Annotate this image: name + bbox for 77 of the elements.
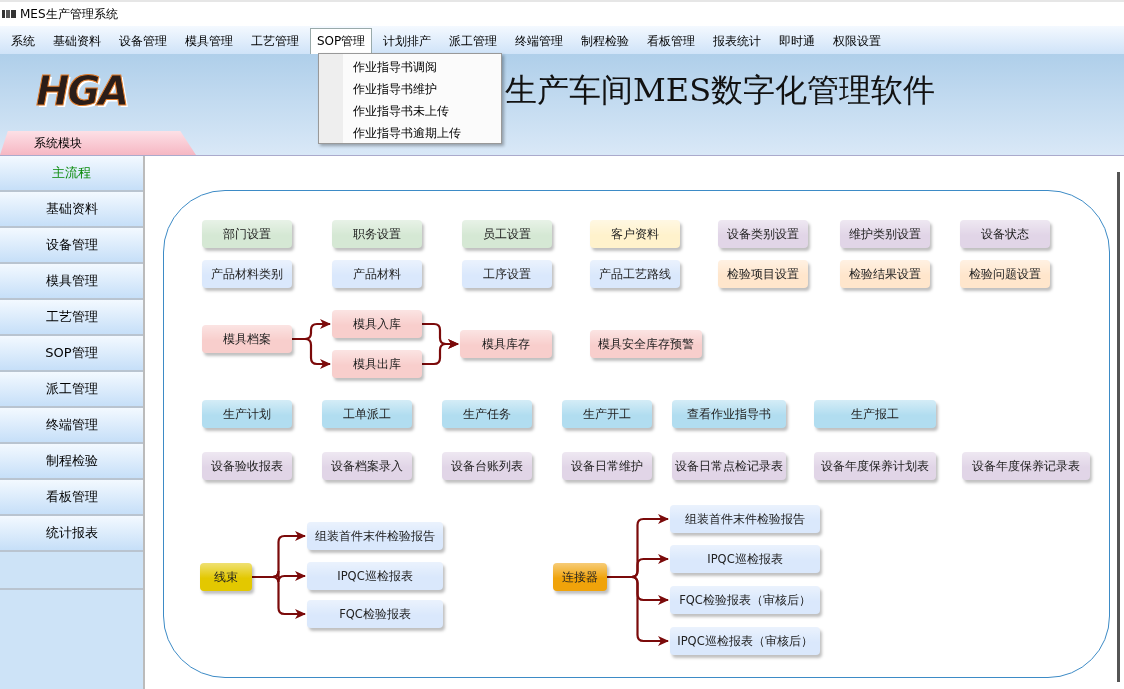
sidebar-item[interactable]: 设备管理 bbox=[0, 228, 143, 264]
dropdown-item[interactable]: 作业指导书未上传 bbox=[319, 100, 501, 122]
menu-item[interactable]: 终端管理 bbox=[508, 28, 571, 54]
module-tab[interactable]: 系统模块 bbox=[0, 131, 196, 155]
sidebar-item[interactable]: 工艺管理 bbox=[0, 300, 143, 336]
flow-node[interactable]: 生产任务 bbox=[442, 400, 532, 428]
sidebar-item[interactable]: 制程检验 bbox=[0, 444, 143, 480]
flow-node[interactable]: FQC检验报表 bbox=[307, 600, 443, 628]
menu-item[interactable]: 看板管理 bbox=[640, 28, 703, 54]
flow-node[interactable]: 模具安全库存预警 bbox=[590, 330, 702, 358]
flow-node[interactable]: 连接器 bbox=[553, 563, 607, 591]
dropdown-item[interactable]: 作业指导书逾期上传 bbox=[319, 122, 501, 144]
menu-item[interactable]: 权限设置 bbox=[826, 28, 889, 54]
menu-item[interactable]: 工艺管理 bbox=[244, 28, 306, 54]
flow-node[interactable]: 客户资料 bbox=[590, 220, 680, 248]
flow-node[interactable]: 组装首件末件检验报告 bbox=[307, 522, 443, 550]
scrollbar[interactable] bbox=[1117, 172, 1120, 682]
menu-item[interactable]: 基础资料 bbox=[46, 28, 108, 54]
sidebar-item[interactable]: 终端管理 bbox=[0, 408, 143, 444]
sidebar-item[interactable]: SOP管理 bbox=[0, 336, 143, 372]
sidebar-item[interactable]: 统计报表 bbox=[0, 516, 143, 552]
flow-arrow bbox=[422, 339, 459, 366]
sidebar-item[interactable]: 基础资料 bbox=[0, 192, 143, 228]
menu-item[interactable]: SOP管理 bbox=[310, 28, 373, 54]
flow-node[interactable]: 设备日常维护 bbox=[562, 452, 652, 480]
flow-node[interactable]: 设备年度保养记录表 bbox=[962, 452, 1090, 480]
flow-node[interactable]: 产品工艺路线 bbox=[590, 260, 680, 288]
flow-node[interactable]: 工序设置 bbox=[462, 260, 552, 288]
flow-node[interactable]: 模具入库 bbox=[332, 310, 422, 338]
flow-node[interactable]: 模具出库 bbox=[332, 350, 422, 378]
flow-node[interactable]: IPQC巡检报表 bbox=[670, 545, 820, 573]
app-icon bbox=[2, 9, 16, 19]
logo: HGA bbox=[36, 68, 128, 114]
dropdown-item[interactable]: 作业指导书调阅 bbox=[319, 56, 501, 78]
flow-node[interactable]: 模具档案 bbox=[202, 325, 292, 353]
flow-node[interactable]: 设备档案录入 bbox=[322, 452, 412, 480]
flow-node[interactable]: IPQC巡检报表 bbox=[307, 562, 443, 590]
flow-node[interactable]: 生产开工 bbox=[562, 400, 652, 428]
menu-item[interactable]: 派工管理 bbox=[442, 28, 505, 54]
flow-node[interactable]: 模具库存 bbox=[460, 330, 552, 358]
sidebar-item[interactable]: 模具管理 bbox=[0, 264, 143, 300]
banner-title: 生产车间MES数字化管理软件 bbox=[505, 70, 936, 111]
flow-node[interactable]: 设备类别设置 bbox=[718, 220, 808, 248]
flow-node[interactable]: 线束 bbox=[200, 563, 252, 591]
flow-node[interactable]: 维护类别设置 bbox=[840, 220, 930, 248]
flow-node[interactable]: 工单派工 bbox=[322, 400, 412, 428]
flow-node[interactable]: 职务设置 bbox=[332, 220, 422, 248]
menu-item[interactable]: 制程检验 bbox=[574, 28, 637, 54]
menu-item[interactable]: 即时通 bbox=[772, 28, 823, 54]
menu-item[interactable]: 设备管理 bbox=[112, 28, 174, 54]
flow-node[interactable]: 产品材料 bbox=[332, 260, 422, 288]
flow-node[interactable]: 部门设置 bbox=[202, 220, 292, 248]
flow-node[interactable]: 设备状态 bbox=[960, 220, 1050, 248]
flow-node[interactable]: 设备年度保养计划表 bbox=[814, 452, 936, 480]
flow-node[interactable]: 产品材料类别 bbox=[202, 260, 292, 288]
flow-node[interactable]: 检验项目设置 bbox=[718, 260, 808, 288]
menu-item[interactable]: 系统 bbox=[4, 28, 42, 54]
flow-node[interactable]: 员工设置 bbox=[462, 220, 552, 248]
flow-node[interactable]: 生产报工 bbox=[814, 400, 936, 428]
flow-node[interactable]: 检验问题设置 bbox=[960, 260, 1050, 288]
flow-node[interactable]: 设备验收报表 bbox=[202, 452, 292, 480]
menu-item[interactable]: 报表统计 bbox=[706, 28, 769, 54]
flow-node[interactable]: 查看作业指导书 bbox=[672, 400, 786, 428]
flow-node[interactable]: 组装首件末件检验报告 bbox=[670, 505, 820, 533]
flow-node[interactable]: 设备日常点检记录表 bbox=[672, 452, 786, 480]
sidebar-item[interactable]: 主流程 bbox=[0, 156, 143, 192]
menu-item[interactable]: 模具管理 bbox=[178, 28, 240, 54]
flow-node[interactable]: FQC检验报表（审核后） bbox=[670, 586, 820, 614]
flow-node[interactable]: IPQC巡检报表（审核后） bbox=[670, 627, 820, 655]
window-title: MES生产管理系统 bbox=[20, 5, 118, 23]
flow-node[interactable]: 生产计划 bbox=[202, 400, 292, 428]
flow-node[interactable]: 检验结果设置 bbox=[840, 260, 930, 288]
dropdown-item[interactable]: 作业指导书维护 bbox=[319, 78, 501, 100]
flow-node[interactable]: 设备台账列表 bbox=[442, 452, 532, 480]
sidebar-item[interactable]: 看板管理 bbox=[0, 480, 143, 516]
sidebar-item[interactable]: 派工管理 bbox=[0, 372, 143, 408]
menu-item[interactable]: 计划排产 bbox=[376, 28, 439, 54]
